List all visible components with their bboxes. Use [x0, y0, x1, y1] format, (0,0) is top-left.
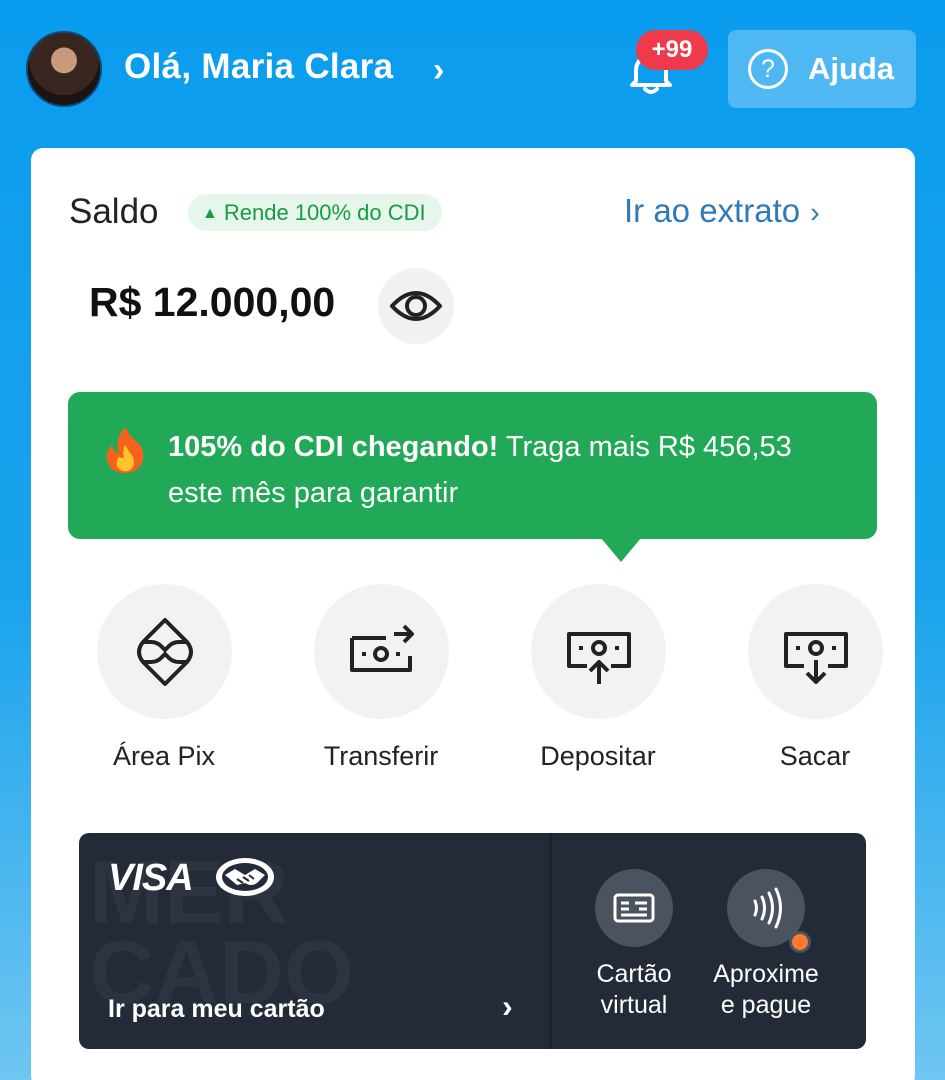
- transfer-icon-circle: [313, 584, 449, 719]
- pix-icon-circle: [96, 584, 232, 719]
- greeting-text[interactable]: Olá, Maria Clara: [124, 47, 393, 87]
- promo-text: 105% do CDI chegando! Traga mais R$ 456,…: [168, 424, 808, 516]
- new-feature-dot: [789, 931, 811, 953]
- toggle-balance-visibility-button[interactable]: [378, 268, 454, 344]
- cdi-yield-badge: ▲ Rende 100% do CDI: [188, 194, 442, 231]
- chevron-right-icon[interactable]: ›: [502, 988, 513, 1025]
- deposit-label: Depositar: [540, 741, 656, 771]
- contactless-label-line2: e pague: [720, 991, 812, 1019]
- cdi-yield-text: Rende 100% do CDI: [223, 200, 426, 225]
- user-avatar[interactable]: [26, 31, 102, 107]
- statement-link[interactable]: Ir ao extrato ›: [624, 192, 820, 230]
- handshake-logo-icon: [216, 858, 274, 896]
- contactless-pay-button[interactable]: Aproxime e pague: [701, 869, 831, 1021]
- cdi-promo-banner[interactable]: 105% do CDI chegando! Traga mais R$ 456,…: [68, 392, 877, 562]
- credit-card-panel: MER CADO VISA Ir para meu cartão › Cartã…: [79, 833, 866, 1049]
- withdraw-button[interactable]: Sacar: [730, 584, 900, 772]
- balance-amount: R$ 12.000,00: [89, 279, 336, 325]
- deposit-icon-circle: [530, 584, 666, 719]
- help-label: Ajuda: [808, 51, 895, 86]
- contactless-icon-circle: [727, 869, 811, 953]
- virtual-card-button[interactable]: Cartão virtual: [569, 869, 699, 1021]
- question-icon: ?: [748, 49, 788, 89]
- virtual-card-label-line2: virtual: [600, 991, 668, 1019]
- withdraw-label: Sacar: [779, 741, 851, 771]
- promo-pointer: [601, 538, 641, 562]
- virtual-card-icon: [613, 893, 655, 923]
- notification-badge: +99: [636, 30, 708, 70]
- chevron-right-icon: ›: [810, 197, 820, 229]
- go-to-card-link[interactable]: Ir para meu cartão: [108, 995, 325, 1024]
- balance-label: Saldo: [69, 192, 159, 231]
- account-card: Saldo ▲ Rende 100% do CDI Ir ao extrato › …: [31, 148, 915, 1080]
- withdraw-icon: [783, 632, 848, 684]
- card-divider: [549, 833, 552, 1049]
- quick-actions: Área Pix Transferir Depositar Sacar: [31, 584, 915, 784]
- pix-area-button[interactable]: Área Pix: [79, 584, 249, 772]
- transfer-icon: [349, 624, 414, 672]
- chevron-right-icon[interactable]: ›: [433, 51, 444, 90]
- statement-link-label: Ir ao extrato: [624, 192, 801, 229]
- withdraw-icon-circle: [747, 584, 883, 719]
- up-triangle-icon: ▲: [202, 205, 218, 222]
- contactless-label-line1: Aproxime: [713, 960, 819, 988]
- transfer-label: Transferir: [323, 741, 439, 771]
- deposit-button[interactable]: Depositar: [513, 584, 683, 772]
- promo-headline: 105% do CDI chegando!: [168, 431, 499, 463]
- virtual-card-icon-circle: [595, 869, 673, 947]
- fire-icon: [106, 427, 144, 473]
- help-button[interactable]: ? Ajuda: [728, 30, 916, 108]
- virtual-card-label-line1: Cartão: [596, 960, 672, 988]
- deposit-icon: [566, 632, 631, 684]
- pix-label: Área Pix: [112, 741, 216, 771]
- eye-icon: [390, 291, 442, 321]
- visa-logo: VISA: [108, 857, 194, 899]
- top-header: Olá, Maria Clara › +99 ? Ajuda: [0, 0, 945, 140]
- pix-icon: [136, 618, 193, 686]
- transfer-button[interactable]: Transferir: [296, 584, 466, 772]
